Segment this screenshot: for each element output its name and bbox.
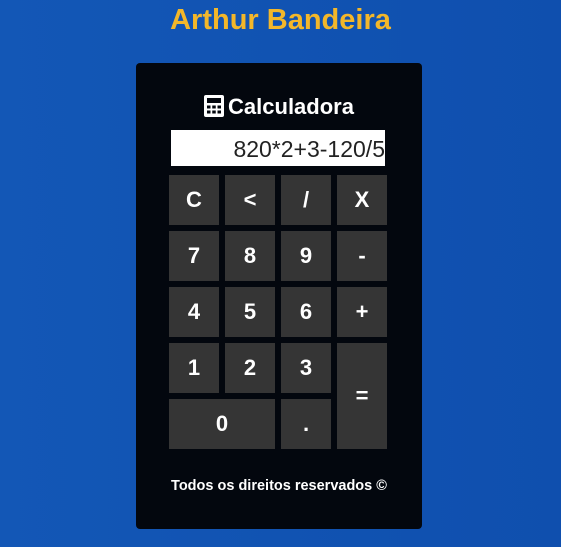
page-title: Arthur Bandeira [170, 4, 391, 36]
digit-4-button[interactable]: 4 [169, 287, 219, 337]
digit-0-button[interactable]: 0 [169, 399, 275, 449]
footer-copyright: Todos os direitos reservados © [171, 478, 387, 494]
digit-7-button[interactable]: 7 [169, 231, 219, 281]
clear-button[interactable]: C [169, 175, 219, 225]
keypad: C < / X 7 8 9 - 4 5 6 + 1 2 3 = 0 . [169, 175, 387, 449]
calculator-header: Calculadora [136, 93, 422, 124]
plus-button[interactable]: + [337, 287, 387, 337]
digit-5-button[interactable]: 5 [225, 287, 275, 337]
calculator-icon [204, 95, 225, 124]
equals-button[interactable]: = [337, 343, 387, 449]
digit-6-button[interactable]: 6 [281, 287, 331, 337]
digit-8-button[interactable]: 8 [225, 231, 275, 281]
backspace-button[interactable]: < [225, 175, 275, 225]
divide-button[interactable]: / [281, 175, 331, 225]
digit-9-button[interactable]: 9 [281, 231, 331, 281]
calculator-display[interactable]: 820*2+3-120/5 [171, 130, 385, 166]
minus-button[interactable]: - [337, 231, 387, 281]
calculator-card: Calculadora 820*2+3-120/5 C < / X 7 8 9 … [136, 63, 422, 529]
calculator-title: Calculadora [228, 94, 354, 119]
digit-3-button[interactable]: 3 [281, 343, 331, 393]
digit-1-button[interactable]: 1 [169, 343, 219, 393]
display-value: 820*2+3-120/5 [233, 136, 385, 162]
decimal-button[interactable]: . [281, 399, 331, 449]
digit-2-button[interactable]: 2 [225, 343, 275, 393]
multiply-button[interactable]: X [337, 175, 387, 225]
